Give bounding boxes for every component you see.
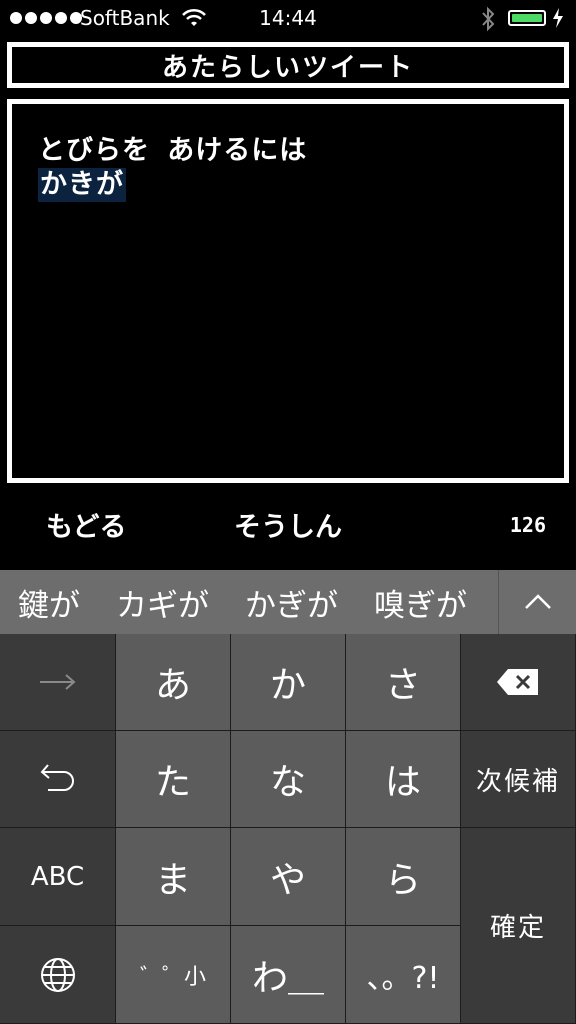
key-label: わ＿ bbox=[251, 957, 324, 999]
kana-key-sa[interactable]: さ bbox=[346, 634, 461, 731]
confirm-key[interactable]: 確定 bbox=[461, 828, 576, 1024]
kana-key-ya[interactable]: や bbox=[231, 828, 346, 926]
key-label: さ bbox=[384, 665, 421, 706]
chevron-up-icon bbox=[525, 594, 551, 609]
globe-icon bbox=[40, 957, 75, 992]
key-label: ま bbox=[154, 859, 191, 901]
undo-key[interactable] bbox=[0, 731, 116, 828]
expand-candidates-button[interactable] bbox=[498, 570, 576, 634]
next-key[interactable] bbox=[0, 634, 116, 731]
key-label: た bbox=[154, 762, 191, 803]
next-candidate-key[interactable]: 次候補 bbox=[461, 731, 576, 828]
kana-key-ta[interactable]: た bbox=[116, 731, 231, 828]
kana-keyboard: ABC あ か さ た な は ま や ら ゛゜小 わ＿ 、。?! 次候補 確定 bbox=[0, 634, 576, 1024]
charging-icon bbox=[553, 8, 563, 28]
kana-key-a[interactable]: あ bbox=[116, 634, 231, 731]
candidate-item[interactable]: 嗅ぎが bbox=[356, 580, 485, 625]
confirm-label: 確定 bbox=[489, 913, 546, 943]
arrow-right-icon bbox=[39, 674, 76, 690]
undo-icon bbox=[40, 764, 74, 791]
candidate-bar: 鍵が カギが かぎが 嗅ぎが bbox=[0, 570, 576, 634]
tweet-text-line: とびらを あけるには bbox=[38, 135, 308, 166]
delete-icon bbox=[497, 669, 538, 695]
dakuten-key[interactable]: ゛゜小 bbox=[116, 926, 231, 1024]
punctuation-key[interactable]: 、。?! bbox=[346, 926, 461, 1024]
candidate-item[interactable]: 鍵が bbox=[0, 580, 98, 625]
status-bar: SoftBank 14:44 bbox=[0, 0, 576, 38]
send-button[interactable]: そうしん bbox=[234, 505, 342, 544]
kana-key-ra[interactable]: ら bbox=[346, 828, 461, 926]
key-label: 、。?! bbox=[366, 960, 440, 996]
action-row: もどる そうしん 126 bbox=[0, 505, 576, 553]
key-label: や bbox=[269, 859, 306, 901]
next-candidate-label: 次候補 bbox=[475, 766, 560, 797]
abc-label: ABC bbox=[30, 861, 85, 892]
globe-key[interactable] bbox=[0, 926, 116, 1024]
key-label: か bbox=[269, 665, 306, 706]
battery-icon bbox=[508, 10, 546, 26]
key-label: は bbox=[384, 762, 421, 803]
tweet-text-area[interactable]: とびらを あけるには かきが bbox=[7, 99, 569, 483]
candidate-item[interactable]: カギが bbox=[98, 580, 227, 625]
key-label: あ bbox=[154, 665, 191, 706]
kana-key-ma[interactable]: ま bbox=[116, 828, 231, 926]
marked-text: かきが bbox=[38, 168, 126, 202]
abc-key[interactable]: ABC bbox=[0, 828, 116, 926]
candidate-item[interactable]: かぎが bbox=[227, 580, 356, 625]
kana-key-ka[interactable]: か bbox=[231, 634, 346, 731]
bluetooth-icon bbox=[482, 6, 495, 32]
delete-key[interactable] bbox=[461, 634, 576, 731]
key-label: な bbox=[269, 762, 306, 803]
page-title: あたらしいツイート bbox=[161, 52, 414, 83]
kana-key-na[interactable]: な bbox=[231, 731, 346, 828]
back-button[interactable]: もどる bbox=[46, 505, 126, 544]
kana-key-ha[interactable]: は bbox=[346, 731, 461, 828]
page-title-box: あたらしいツイート bbox=[7, 42, 569, 88]
char-count: 126 bbox=[509, 513, 546, 537]
key-label: ゛゜小 bbox=[139, 964, 206, 990]
kana-key-wa[interactable]: わ＿ bbox=[231, 926, 346, 1024]
key-label: ら bbox=[384, 859, 421, 901]
